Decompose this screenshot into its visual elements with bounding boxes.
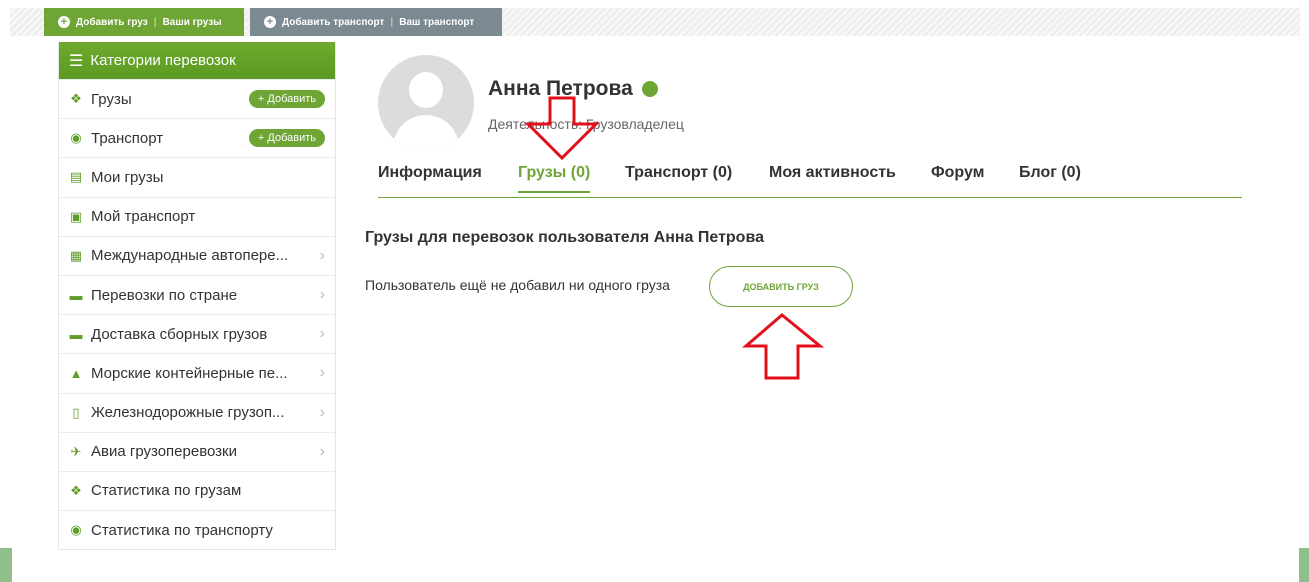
tab-forum[interactable]: Форум	[931, 164, 985, 182]
tab-cargo[interactable]: Грузы (0)	[518, 164, 591, 193]
sidebar-item-label: Статистика по грузам	[91, 482, 242, 500]
tab-transport[interactable]: Транспорт (0)	[625, 164, 732, 182]
online-status-icon	[641, 81, 658, 97]
sidebar-item-international[interactable]: ▦ Международные автопере... ›	[59, 235, 335, 275]
ship-icon: ▲	[69, 365, 83, 381]
cargo-box-icon: ❖	[70, 91, 82, 107]
add-cargo-button[interactable]: + Добавить	[248, 90, 325, 109]
sidebar-item-sea[interactable]: ▲ Морские контейнерные пе... ›	[59, 353, 335, 392]
arrow-up-annotation-icon	[741, 313, 825, 380]
profile-tabs: Информация Грузы (0) Транспорт (0) Моя а…	[378, 158, 1242, 198]
sidebar-item-air[interactable]: ✈ Авиа грузоперевозки ›	[59, 431, 335, 471]
sidebar-item-label: Мои грузы	[91, 168, 164, 186]
trucks-icon: ▣	[69, 208, 83, 224]
train-icon: ▯	[72, 404, 80, 420]
top-bar-transport-group: + Добавить транспорт | Ваш транспорт	[250, 8, 502, 36]
sidebar-item-label: Перевозки по стране	[91, 286, 238, 304]
divider: |	[390, 16, 394, 28]
sidebar-item-label: Авиа грузоперевозки	[91, 443, 238, 461]
list-icon: ☰	[69, 52, 84, 70]
divider: |	[153, 16, 157, 28]
sidebar-item-label: Транспорт	[91, 129, 164, 147]
sidebar-item-label: Грузы	[91, 90, 132, 108]
chevron-right-icon: ›	[319, 403, 325, 421]
sidebar-item-transport[interactable]: ◉ Транспорт + Добавить	[59, 118, 335, 157]
your-transport-link[interactable]: Ваш транспорт	[399, 17, 474, 28]
plus-circle-icon: +	[58, 16, 70, 28]
add-cargo-link[interactable]: Добавить груз	[76, 17, 148, 28]
top-bar-cargo-group: + Добавить груз | Ваши грузы	[44, 8, 244, 36]
add-transport-button[interactable]: + Добавить	[248, 129, 325, 148]
chevron-right-icon: ›	[319, 325, 325, 343]
sidebar-item-label: Доставка сборных грузов	[91, 325, 268, 343]
arrow-down-annotation-icon	[524, 96, 600, 160]
sidebar-item-label: Международные автопере...	[91, 247, 289, 265]
sidebar-item-consolidated[interactable]: ▬ Доставка сборных грузов ›	[59, 314, 335, 353]
sidebar-item-transport-stats[interactable]: ◉ Статистика по транспорту	[59, 510, 335, 549]
truck-icon: ▬	[69, 287, 83, 303]
sidebar-item-cargo[interactable]: ❖ Грузы + Добавить	[59, 79, 335, 118]
steering-wheel-icon: ◉	[70, 522, 82, 538]
add-transport-link[interactable]: Добавить транспорт	[282, 17, 384, 28]
tab-blog[interactable]: Блог (0)	[1019, 164, 1081, 182]
add-cargo-main-button[interactable]: ДОБАВИТЬ ГРУЗ	[709, 266, 853, 307]
sidebar-item-my-cargo[interactable]: ▤ Мои грузы	[59, 157, 335, 196]
chevron-right-icon: ›	[319, 286, 325, 304]
clipboard-icon: ▤	[69, 169, 83, 185]
sidebar-item-rail[interactable]: ▯ Железнодорожные грузоп... ›	[59, 392, 335, 432]
sidebar-item-cargo-stats[interactable]: ❖ Статистика по грузам	[59, 470, 335, 510]
plane-icon: ✈	[70, 443, 82, 459]
your-cargo-link[interactable]: Ваши грузы	[163, 17, 222, 28]
avatar-head	[409, 72, 443, 108]
sidebar-header: ☰ Категории перевозок	[59, 42, 335, 79]
empty-state-text: Пользователь ещё не добавил ни одного гр…	[365, 277, 670, 293]
avatar-body	[393, 115, 459, 151]
categories-sidebar: ☰ Категории перевозок ❖ Грузы + Добавить…	[58, 42, 336, 551]
chevron-right-icon: ›	[319, 246, 325, 264]
chevron-right-icon: ›	[319, 442, 325, 460]
sidebar-title: Категории перевозок	[90, 52, 236, 69]
section-title: Грузы для перевозок пользователя Анна Пе…	[365, 229, 764, 246]
chevron-right-icon: ›	[319, 364, 325, 382]
sidebar-item-label: Железнодорожные грузоп...	[91, 404, 285, 422]
avatar	[378, 55, 474, 151]
tab-information[interactable]: Информация	[378, 164, 482, 182]
sidebar-item-my-transport[interactable]: ▣ Мой транспорт	[59, 196, 335, 236]
sidebar-item-domestic[interactable]: ▬ Перевозки по стране ›	[59, 274, 335, 314]
tab-my-activity[interactable]: Моя активность	[769, 164, 896, 182]
left-edge-decoration	[0, 548, 12, 582]
sidebar-item-label: Морские контейнерные пе...	[91, 364, 288, 382]
truck-front-icon: ▦	[69, 247, 83, 263]
steering-wheel-icon: ◉	[70, 130, 82, 146]
right-edge-decoration	[1299, 548, 1309, 582]
sidebar-item-label: Мой транспорт	[91, 208, 196, 226]
delivery-truck-icon: ▬	[69, 326, 83, 342]
plus-circle-icon: +	[264, 16, 276, 28]
sidebar-item-label: Статистика по транспорту	[91, 521, 273, 539]
cargo-box-icon: ❖	[70, 482, 82, 498]
